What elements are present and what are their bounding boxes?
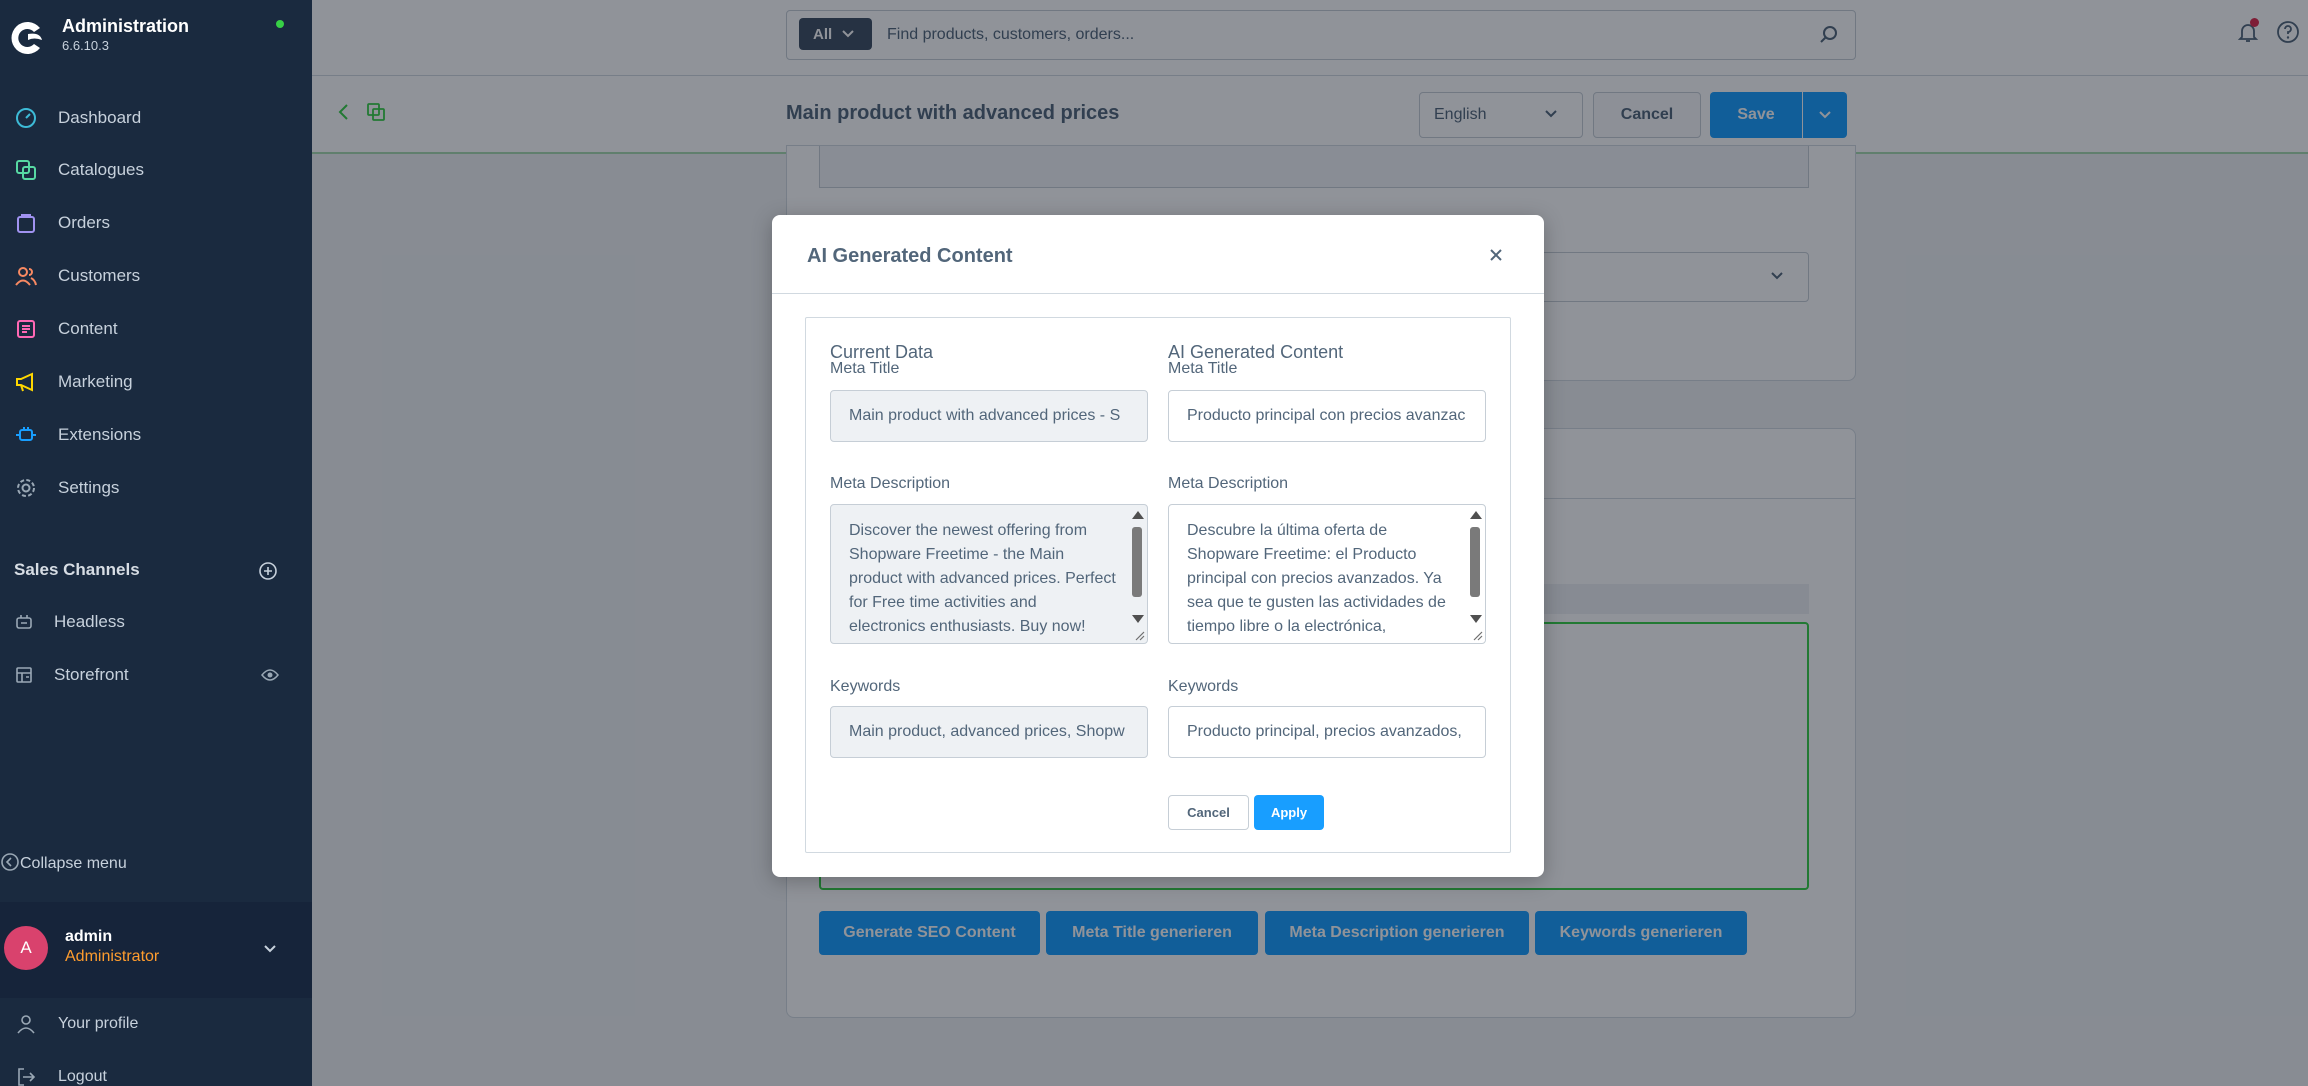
modal-apply-button[interactable]: Apply — [1254, 795, 1324, 830]
modal-title: AI Generated Content — [807, 245, 1013, 267]
sidebar-item-label: Customers — [58, 266, 141, 285]
brand-title: Administration — [62, 16, 190, 36]
avatar: A — [4, 926, 48, 970]
modal-cancel-button[interactable]: Cancel — [1168, 795, 1249, 830]
sidebar-item-your-profile[interactable]: Your profile — [0, 1004, 312, 1044]
sidebar-item-label: Settings — [58, 478, 120, 497]
customers-icon — [14, 264, 38, 288]
content-icon — [14, 317, 38, 341]
sidebar-item-settings[interactable]: Settings — [0, 468, 312, 508]
sidebar-item-label: Your profile — [58, 1015, 139, 1032]
current-meta-description-label: Meta Description — [830, 475, 951, 492]
catalogues-icon — [14, 158, 38, 182]
sidebar-item-catalogues[interactable]: Catalogues — [0, 150, 312, 190]
extensions-icon — [14, 423, 38, 447]
sidebar-item-label: Content — [58, 319, 118, 338]
chevron-down-icon — [264, 945, 276, 953]
ai-keywords-label: Keywords — [1168, 678, 1239, 695]
scrollbar[interactable] — [1129, 507, 1145, 641]
sidebar-item-headless[interactable]: Headless — [0, 602, 312, 642]
ai-keywords-field[interactable]: Producto principal, precios avanzados, — [1168, 706, 1486, 758]
close-icon[interactable] — [1486, 245, 1506, 265]
collapse-icon — [0, 852, 20, 877]
ai-meta-description-label: Meta Description — [1168, 475, 1289, 492]
brand[interactable]: Administration 6.6.10.3 — [6, 14, 306, 58]
sidebar-item-logout[interactable]: Logout — [0, 1057, 312, 1086]
sidebar-item-label: Orders — [58, 213, 110, 232]
ai-meta-description-field[interactable]: Descubre la última oferta de Shopware Fr… — [1168, 504, 1486, 644]
collapse-menu-button[interactable]: Collapse menu — [0, 844, 312, 884]
sidebar-item-label: Storefront — [54, 665, 129, 684]
user-menu[interactable]: A admin Administrator — [0, 902, 312, 998]
shopware-logo-icon — [11, 22, 42, 54]
scrollbar[interactable] — [1467, 507, 1483, 641]
marketing-icon — [14, 370, 38, 394]
current-meta-description-field[interactable]: Discover the newest offering from Shopwa… — [830, 504, 1148, 644]
sidebar-item-dashboard[interactable]: Dashboard — [0, 98, 312, 138]
collapse-menu-label: Collapse menu — [20, 855, 127, 872]
ai-meta-title-field[interactable]: Producto principal con precios avanzac — [1168, 390, 1486, 442]
sidebar-item-storefront[interactable]: Storefront — [0, 655, 312, 695]
sidebar-item-marketing[interactable]: Marketing — [0, 362, 312, 402]
dashboard-icon — [14, 106, 38, 130]
user-icon — [14, 1012, 38, 1036]
logout-icon — [14, 1065, 38, 1086]
storefront-icon — [12, 663, 36, 687]
current-meta-title-label: Meta Title — [830, 360, 900, 377]
sidebar-item-orders[interactable]: Orders — [0, 203, 312, 243]
sidebar-item-label: Marketing — [58, 372, 133, 391]
headless-icon — [12, 610, 36, 634]
orders-icon — [14, 211, 38, 235]
sales-channels-heading: Sales Channels — [14, 560, 140, 579]
sidebar-item-label: Catalogues — [58, 160, 145, 179]
sidebar-item-label: Headless — [54, 612, 125, 631]
current-meta-description-text: Discover the newest offering from Shopwa… — [849, 522, 1116, 635]
sidebar: Administration 6.6.10.3 Dashboard Catalo… — [0, 0, 312, 1086]
brand-version: 6.6.10.3 — [62, 38, 109, 53]
ai-meta-title-label: Meta Title — [1168, 360, 1238, 377]
current-keywords-label: Keywords — [830, 678, 901, 695]
sidebar-item-label: Dashboard — [58, 108, 142, 127]
sidebar-item-content[interactable]: Content — [0, 309, 312, 349]
modal-body: Current Data Meta Title Main product wit… — [805, 317, 1511, 853]
ai-meta-description-text: Descubre la última oferta de Shopware Fr… — [1187, 522, 1446, 635]
current-keywords-field[interactable]: Main product, advanced prices, Shopw — [830, 706, 1148, 758]
resize-handle-icon[interactable] — [1469, 627, 1483, 641]
online-status-dot — [276, 20, 284, 28]
sidebar-item-label: Extensions — [58, 425, 142, 444]
resize-handle-icon[interactable] — [1131, 627, 1145, 641]
user-role: Administrator — [65, 948, 160, 965]
current-meta-title-field[interactable]: Main product with advanced prices - S — [830, 390, 1148, 442]
sidebar-item-customers[interactable]: Customers — [0, 256, 312, 296]
sidebar-item-extensions[interactable]: Extensions — [0, 415, 312, 455]
settings-icon — [14, 476, 38, 500]
modal-header: AI Generated Content — [772, 215, 1544, 294]
sidebar-item-label: Logout — [58, 1068, 107, 1085]
eye-icon[interactable] — [261, 668, 279, 682]
ai-content-modal: AI Generated Content Current Data Meta T… — [772, 215, 1544, 877]
user-name: admin — [65, 928, 113, 945]
add-sales-channel-icon[interactable] — [258, 561, 278, 581]
